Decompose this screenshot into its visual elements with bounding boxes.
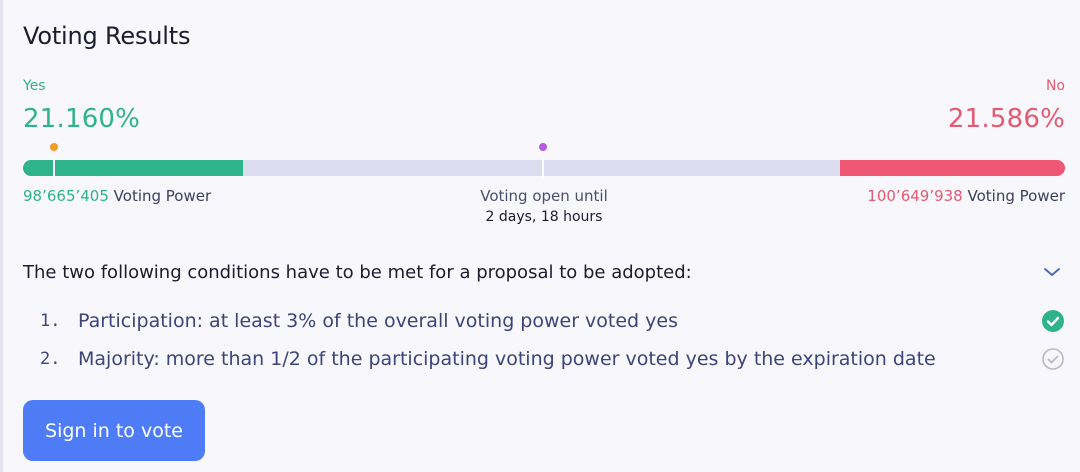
conditions-heading: The two following conditions have to be … (23, 262, 692, 283)
condition-index: 1. (40, 311, 61, 331)
yes-bar-fill (23, 160, 244, 176)
no-bar-fill (840, 160, 1065, 176)
yes-voting-power-label: Voting Power (113, 187, 212, 205)
condition-item-participation: 1. Participation: at least 3% of the ove… (40, 302, 1065, 340)
no-voting-power-value: 100’649’938 (867, 187, 963, 205)
conditions-list: 1. Participation: at least 3% of the ove… (40, 302, 1065, 378)
no-voting-power-label: Voting Power (967, 187, 1065, 205)
majority-threshold-tick (542, 157, 544, 178)
yes-label: Yes (23, 78, 46, 94)
deadline-remaining: 2 days, 18 hours (485, 209, 603, 225)
condition-item-majority: 2. Majority: more than 1/2 of the partic… (40, 340, 1065, 378)
vote-progress-bar (23, 160, 1065, 176)
check-circle-outline-icon (1042, 348, 1064, 370)
participation-threshold-tick (53, 157, 55, 178)
deadline-label: Voting open until (480, 187, 608, 205)
no-percentage: 21.586% (947, 104, 1065, 134)
condition-text: Participation: at least 3% of the overal… (78, 310, 678, 332)
page-title: Voting Results (23, 22, 191, 50)
participation-threshold-marker (50, 143, 58, 151)
yes-percentage: 21.160% (23, 104, 141, 134)
condition-text: Majority: more than 1/2 of the participa… (78, 348, 936, 370)
check-circle-filled-icon (1042, 310, 1064, 332)
yes-voting-power-value: 98’665’405 (23, 187, 109, 205)
left-divider (0, 0, 3, 472)
no-voting-power: 100’649’938 Voting Power (867, 187, 1065, 205)
no-label: No (1045, 78, 1065, 94)
condition-index: 2. (40, 349, 61, 369)
majority-threshold-marker (539, 143, 547, 151)
sign-in-to-vote-button[interactable]: Sign in to vote (23, 400, 205, 461)
yes-voting-power: 98’665’405 Voting Power (23, 187, 211, 205)
chevron-down-icon[interactable] (1043, 266, 1061, 278)
